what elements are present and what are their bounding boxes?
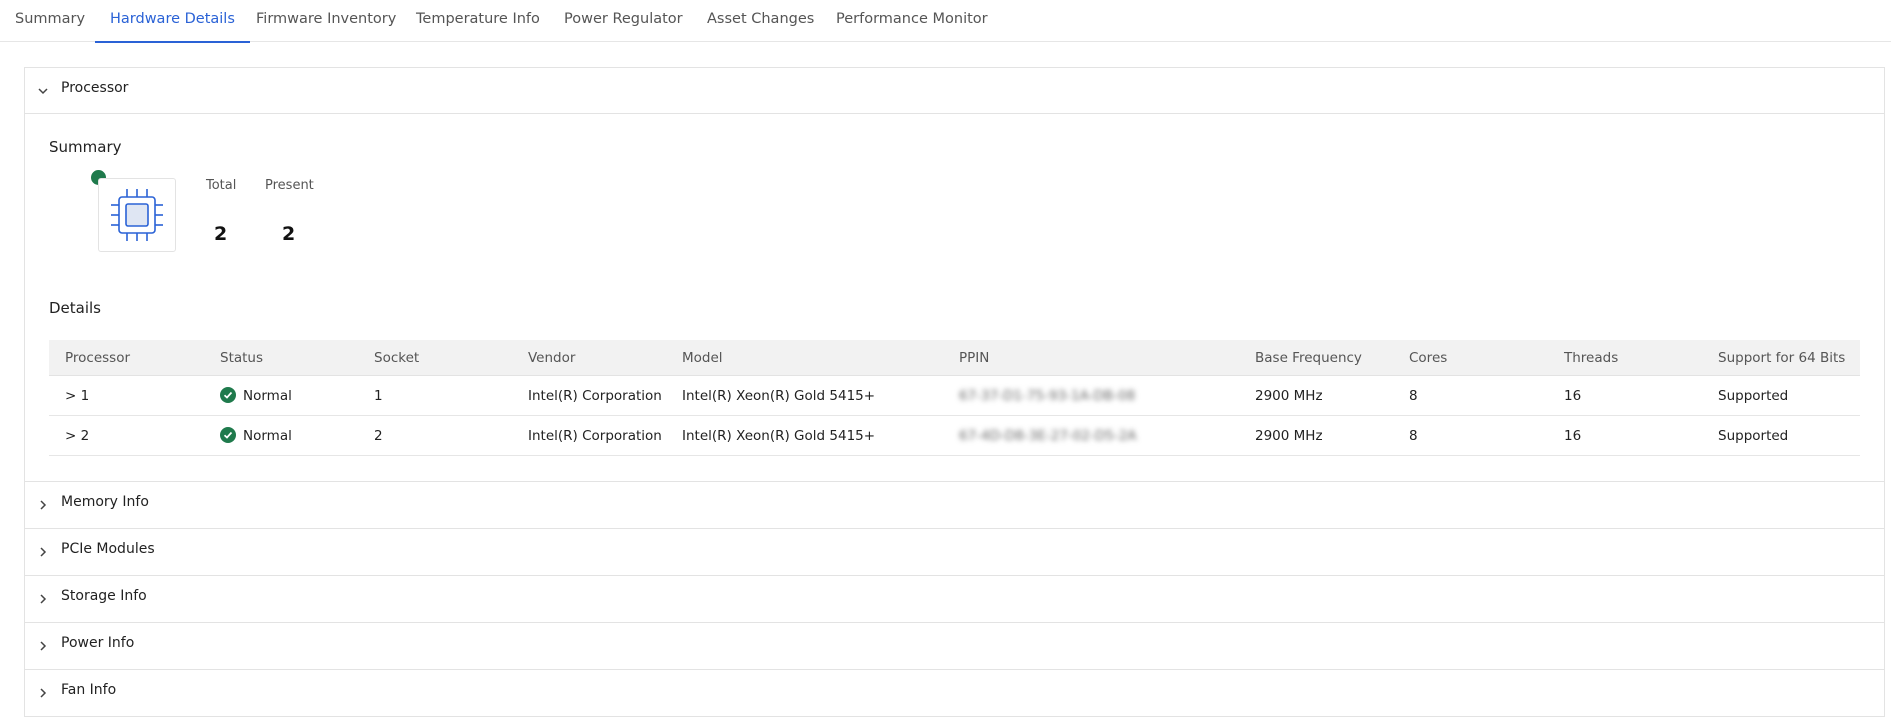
- chevron-right-icon: [40, 594, 47, 604]
- power-info-panel[interactable]: Power Info: [24, 622, 1885, 670]
- row-expand-toggle[interactable]: > 2: [65, 428, 89, 444]
- total-value: 2: [214, 223, 228, 245]
- tab-temperature-info[interactable]: Temperature Info: [401, 0, 555, 42]
- pcie-modules-panel-header[interactable]: PCIe Modules: [25, 529, 1884, 575]
- summary-label: Summary: [49, 138, 122, 156]
- model-cell: Intel(R) Xeon(R) Gold 5415+: [682, 428, 876, 444]
- tab-asset-changes[interactable]: Asset Changes: [692, 0, 829, 42]
- tab-bar: Summary Hardware Details Firmware Invent…: [0, 0, 1891, 43]
- table-row[interactable]: > 1 Normal 1 Intel(R) Corporation Intel(…: [49, 376, 1860, 416]
- tab-firmware-inventory[interactable]: Firmware Inventory: [241, 0, 411, 42]
- table-row[interactable]: > 2 Normal 2 Intel(R) Corporation Intel(…: [49, 416, 1860, 456]
- col-socket[interactable]: Socket: [374, 350, 419, 366]
- details-label: Details: [49, 299, 102, 317]
- chevron-right-icon: [40, 500, 47, 510]
- status-text: Normal: [243, 428, 292, 444]
- tab-hardware-details[interactable]: Hardware Details: [95, 0, 250, 43]
- present-label: Present: [265, 178, 314, 193]
- memory-info-panel-title: Memory Info: [61, 494, 149, 510]
- cpu-chip-icon: [98, 178, 176, 252]
- present-value: 2: [282, 223, 296, 245]
- vendor-cell: Intel(R) Corporation: [528, 428, 662, 444]
- threads-cell: 16: [1564, 388, 1582, 404]
- chevron-right-icon: [40, 547, 47, 557]
- power-info-panel-header[interactable]: Power Info: [25, 623, 1884, 669]
- cores-cell: 8: [1409, 388, 1418, 404]
- total-label: Total: [206, 178, 237, 193]
- col-vendor[interactable]: Vendor: [528, 350, 575, 366]
- storage-info-panel[interactable]: Storage Info: [24, 575, 1885, 623]
- fan-info-panel[interactable]: Fan Info: [24, 669, 1885, 717]
- vendor-cell: Intel(R) Corporation: [528, 388, 662, 404]
- storage-info-panel-header[interactable]: Storage Info: [25, 576, 1884, 622]
- details-table-header: Processor Status Socket Vendor Model PPI…: [49, 340, 1860, 376]
- base-frequency-cell: 2900 MHz: [1255, 388, 1323, 404]
- chevron-down-icon: [38, 88, 48, 95]
- col-processor[interactable]: Processor: [65, 350, 130, 366]
- ppin-cell: 67-37-D1-75-93-1A-DB-08: [959, 388, 1136, 404]
- tab-power-regulator[interactable]: Power Regulator: [549, 0, 698, 42]
- col-support-64[interactable]: Support for 64 Bits: [1718, 350, 1845, 366]
- support-64-cell: Supported: [1718, 428, 1789, 444]
- fan-info-panel-header[interactable]: Fan Info: [25, 670, 1884, 716]
- col-ppin[interactable]: PPIN: [959, 350, 989, 366]
- pcie-modules-panel[interactable]: PCIe Modules: [24, 528, 1885, 576]
- fan-info-panel-title: Fan Info: [61, 682, 117, 698]
- row-expand-toggle[interactable]: > 1: [65, 388, 89, 404]
- base-frequency-cell: 2900 MHz: [1255, 428, 1323, 444]
- col-threads[interactable]: Threads: [1564, 350, 1618, 366]
- power-info-panel-title: Power Info: [61, 635, 135, 651]
- col-model[interactable]: Model: [682, 350, 723, 366]
- memory-info-panel-header[interactable]: Memory Info: [25, 482, 1884, 528]
- col-base-frequency[interactable]: Base Frequency: [1255, 350, 1362, 366]
- processor-panel: Processor Summary Total 2 Present 2 Deta…: [24, 67, 1885, 482]
- pcie-modules-panel-title: PCIe Modules: [61, 541, 155, 557]
- check-circle-icon: [220, 387, 236, 403]
- processor-panel-header[interactable]: Processor: [25, 68, 1884, 114]
- check-circle-icon: [220, 427, 236, 443]
- memory-info-panel[interactable]: Memory Info: [24, 481, 1885, 529]
- storage-info-panel-title: Storage Info: [61, 588, 147, 604]
- tab-summary[interactable]: Summary: [0, 0, 100, 42]
- tab-performance-monitor[interactable]: Performance Monitor: [821, 0, 1003, 42]
- socket-cell: 1: [374, 388, 383, 404]
- model-cell: Intel(R) Xeon(R) Gold 5415+: [682, 388, 876, 404]
- col-status[interactable]: Status: [220, 350, 263, 366]
- chevron-right-icon: [40, 688, 47, 698]
- threads-cell: 16: [1564, 428, 1582, 444]
- status-text: Normal: [243, 388, 292, 404]
- cores-cell: 8: [1409, 428, 1418, 444]
- socket-cell: 2: [374, 428, 383, 444]
- col-cores[interactable]: Cores: [1409, 350, 1447, 366]
- chevron-right-icon: [40, 641, 47, 651]
- ppin-cell: 67-4D-D8-3E-27-02-D5-2A: [959, 428, 1137, 444]
- support-64-cell: Supported: [1718, 388, 1789, 404]
- processor-panel-title: Processor: [61, 80, 129, 96]
